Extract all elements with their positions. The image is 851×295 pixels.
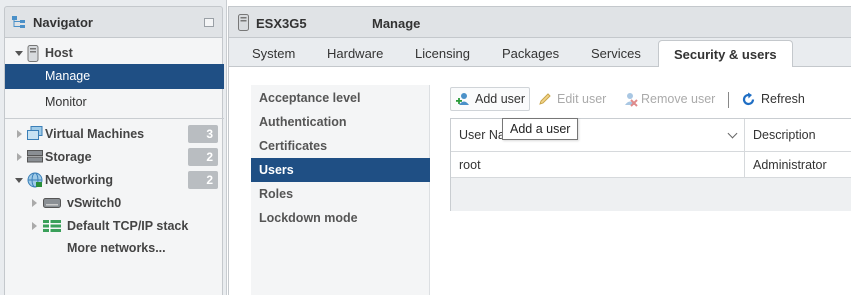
tree-item-storage[interactable]: Storage 2	[5, 145, 224, 169]
subnav-authentication[interactable]: Authentication	[251, 110, 430, 134]
expand-arrow-icon[interactable]	[32, 199, 37, 207]
expand-arrow-icon[interactable]	[15, 51, 23, 56]
column-menu-icon[interactable]	[727, 128, 738, 139]
expand-arrow-icon[interactable]	[17, 153, 22, 161]
navigator-tree: Host Manage Monitor Virtual Machines 3 S…	[4, 38, 224, 295]
tree-item-host[interactable]: Host	[5, 41, 224, 65]
expand-arrow-icon[interactable]	[32, 222, 37, 230]
column-resizer[interactable]	[744, 119, 745, 152]
add-user-icon	[456, 93, 469, 105]
count-badge: 2	[188, 148, 218, 166]
expand-arrow-icon[interactable]	[17, 130, 22, 138]
tree-item-vswitch0[interactable]: vSwitch0	[5, 191, 224, 215]
tree-label-monitor: Monitor	[45, 95, 87, 109]
edit-user-button[interactable]: Edit user	[538, 87, 606, 111]
main-header: ESX3G5 Manage	[228, 6, 851, 38]
add-user-tooltip: Add a user	[502, 118, 579, 140]
tree-label-host: Host	[45, 46, 73, 60]
subnav-lockdown-mode[interactable]: Lockdown mode	[251, 206, 430, 230]
edit-user-label: Edit user	[557, 92, 607, 106]
subnav-acceptance-level[interactable]: Acceptance level	[251, 86, 430, 110]
remove-user-icon	[625, 92, 638, 107]
navigator-pane: Navigator Host Manage Monitor Virtual Ma…	[0, 0, 227, 295]
more-networks-link[interactable]: More networks...	[67, 241, 166, 255]
tree-label-storage: Storage	[45, 150, 92, 164]
refresh-icon	[742, 92, 755, 105]
count-badge: 2	[188, 171, 218, 189]
tree-label-tcpip-stack: Default TCP/IP stack	[67, 219, 189, 233]
tree-item-manage[interactable]: Manage	[5, 64, 224, 89]
tree-label-manage: Manage	[45, 69, 91, 83]
tree-item-virtual-machines[interactable]: Virtual Machines 3	[5, 122, 224, 146]
tab-system[interactable]: System	[252, 46, 295, 61]
expand-arrow-icon[interactable]	[15, 178, 23, 183]
subnav-certificates[interactable]: Certificates	[251, 134, 430, 158]
tab-licensing[interactable]: Licensing	[415, 46, 470, 61]
add-user-button[interactable]: Add user	[450, 87, 530, 111]
virtual-machines-icon	[27, 126, 43, 140]
column-header-description[interactable]: Description	[753, 128, 816, 142]
remove-user-label: Remove user	[641, 92, 716, 106]
main-panel: ESX3G5 Manage System Hardware Licensing …	[228, 0, 851, 295]
tree-label-virtual-machines: Virtual Machines	[45, 127, 145, 141]
refresh-label: Refresh	[761, 92, 805, 106]
tree-label-networking: Networking	[45, 173, 114, 187]
refresh-button[interactable]: Refresh	[741, 87, 805, 111]
count-badge: 3	[188, 125, 218, 143]
host-name: ESX3G5	[256, 16, 307, 31]
tcpip-stack-icon	[43, 220, 61, 232]
cell-user: root	[459, 158, 481, 172]
tree-item-networking[interactable]: Networking 2	[5, 168, 224, 192]
tab-bar: System Hardware Licensing Packages Servi…	[228, 38, 851, 68]
table-footer	[451, 178, 851, 211]
networking-icon	[27, 172, 43, 188]
subnav-roles[interactable]: Roles	[251, 182, 430, 206]
subnav-users[interactable]: Users	[251, 158, 430, 182]
tree-item-tcpip-stack[interactable]: Default TCP/IP stack	[5, 214, 224, 238]
tree-item-more-networks[interactable]: More networks...	[5, 236, 224, 260]
navigator-title: Navigator	[33, 14, 93, 30]
host-icon	[27, 45, 39, 62]
tab-services[interactable]: Services	[591, 46, 641, 61]
tree-item-monitor[interactable]: Monitor	[5, 90, 224, 114]
add-user-label: Add user	[475, 92, 526, 106]
column-divider	[744, 152, 745, 178]
security-subnav: Acceptance level Authentication Certific…	[251, 85, 430, 295]
vswitch-icon	[43, 198, 61, 208]
table-row[interactable]: root Administrator	[451, 152, 851, 178]
storage-icon	[27, 150, 43, 163]
host-icon	[238, 14, 249, 31]
tab-packages[interactable]: Packages	[502, 46, 559, 61]
page-title: Manage	[372, 16, 421, 31]
pin-icon[interactable]	[204, 18, 214, 27]
column-header-user-name[interactable]: User Na	[459, 128, 505, 142]
navigator-icon	[12, 16, 25, 28]
toolbar-divider	[728, 92, 729, 108]
tree-label-vswitch0: vSwitch0	[67, 196, 122, 210]
navigator-header: Navigator	[4, 6, 223, 38]
pencil-icon	[539, 93, 551, 105]
content-area: Acceptance level Authentication Certific…	[228, 67, 851, 295]
tab-hardware[interactable]: Hardware	[327, 46, 383, 61]
tab-security-users[interactable]: Security & users	[658, 40, 793, 68]
cell-description: Administrator	[753, 158, 827, 172]
remove-user-button[interactable]: Remove user	[623, 87, 715, 111]
tree-divider	[5, 118, 224, 119]
